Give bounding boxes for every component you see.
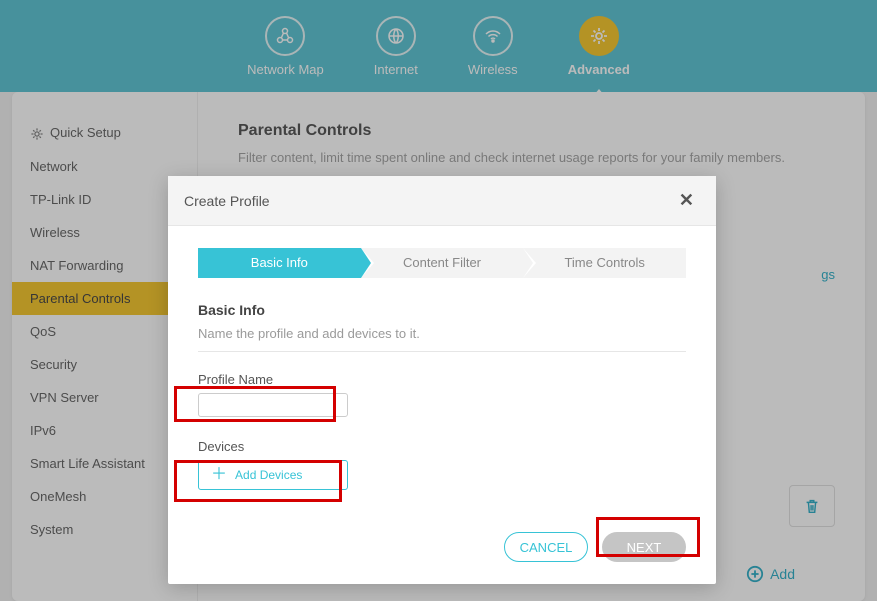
next-button[interactable]: NEXT [602, 532, 686, 562]
cancel-label: CANCEL [520, 540, 573, 555]
profile-name-input[interactable] [198, 393, 348, 417]
create-profile-modal: Create Profile ✕ Basic Info Content Filt… [168, 176, 716, 584]
cancel-button[interactable]: CANCEL [504, 532, 588, 562]
add-devices-label: Add Devices [235, 468, 302, 482]
step-label: Time Controls [564, 255, 644, 270]
step-basic-info[interactable]: Basic Info [198, 248, 361, 278]
step-label: Basic Info [251, 255, 308, 270]
close-icon[interactable]: ✕ [673, 188, 700, 213]
wizard-steps: Basic Info Content Filter Time Controls [198, 248, 686, 278]
profile-name-label: Profile Name [198, 372, 686, 387]
next-label: NEXT [627, 540, 662, 555]
step-time-controls[interactable]: Time Controls [523, 248, 686, 278]
section-subtitle: Basic Info [198, 302, 686, 318]
section-subdesc: Name the profile and add devices to it. [198, 326, 686, 352]
devices-label: Devices [198, 439, 686, 454]
add-devices-button[interactable]: ＋ Add Devices [198, 460, 348, 490]
plus-icon: ＋ [211, 467, 227, 483]
step-label: Content Filter [403, 255, 481, 270]
step-content-filter[interactable]: Content Filter [361, 248, 524, 278]
modal-header: Create Profile ✕ [168, 176, 716, 226]
modal-footer: CANCEL NEXT [168, 520, 716, 584]
modal-title: Create Profile [184, 193, 270, 209]
